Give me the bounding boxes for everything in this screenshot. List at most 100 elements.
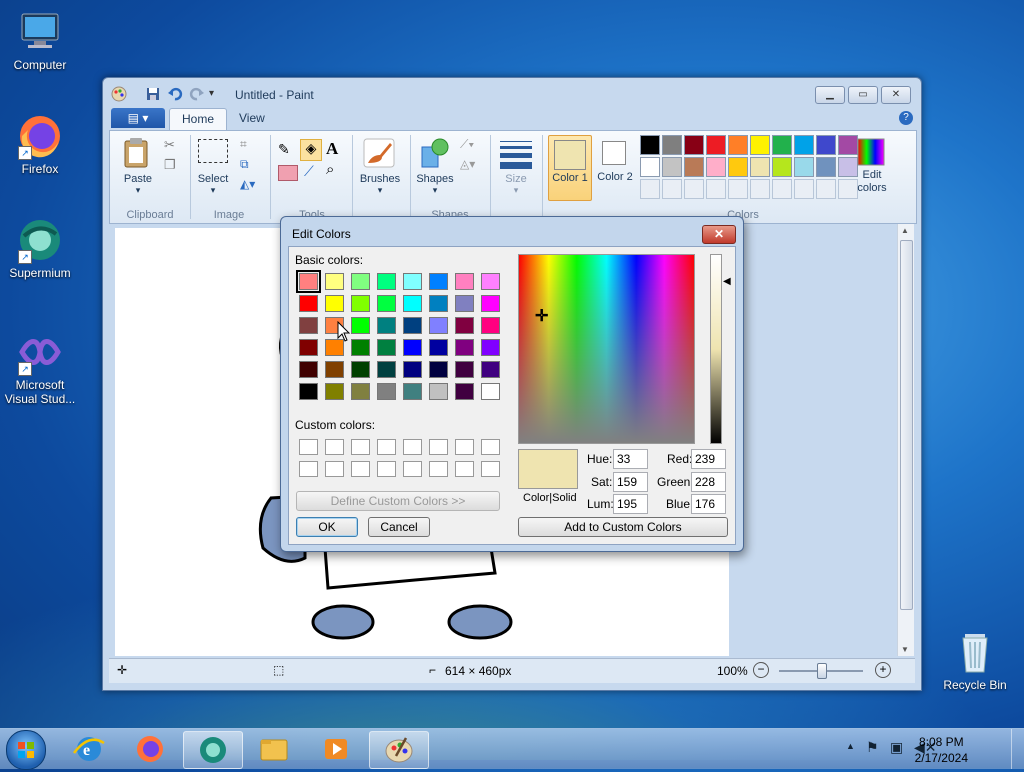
palette-swatch-empty[interactable]: [706, 179, 726, 199]
custom-color-swatch[interactable]: [403, 439, 422, 455]
palette-swatch[interactable]: [750, 135, 770, 155]
basic-color-swatch[interactable]: [481, 295, 500, 312]
shapes-icon[interactable]: [418, 137, 452, 172]
help-icon[interactable]: ?: [899, 111, 913, 125]
desktop-icon-computer[interactable]: Computer: [0, 8, 80, 72]
custom-color-swatch[interactable]: [455, 461, 474, 477]
basic-color-swatch[interactable]: [481, 361, 500, 378]
edit-colors-icon[interactable]: [856, 137, 886, 170]
chevron-down-icon[interactable]: ▾: [410, 185, 460, 196]
add-to-custom-colors-button[interactable]: Add to Custom Colors: [518, 517, 728, 537]
minimize-button[interactable]: ▁: [815, 86, 845, 104]
custom-color-swatch[interactable]: [299, 461, 318, 477]
taskbar-paint[interactable]: [369, 731, 429, 769]
undo-icon[interactable]: [167, 86, 183, 102]
palette-swatch[interactable]: [706, 135, 726, 155]
basic-color-swatch[interactable]: [481, 273, 500, 290]
basic-color-swatch[interactable]: [455, 273, 474, 290]
basic-color-swatch[interactable]: [429, 361, 448, 378]
sat-input[interactable]: 159: [613, 472, 648, 492]
basic-color-swatch[interactable]: [377, 273, 396, 290]
save-icon[interactable]: [145, 86, 161, 102]
basic-color-swatch[interactable]: [325, 273, 344, 290]
basic-color-swatch[interactable]: [299, 295, 318, 312]
palette-swatch[interactable]: [684, 135, 704, 155]
basic-color-swatch[interactable]: [403, 361, 422, 378]
palette-swatch-empty[interactable]: [772, 179, 792, 199]
basic-color-swatch[interactable]: [429, 339, 448, 356]
palette-swatch[interactable]: [728, 157, 748, 177]
palette-swatch[interactable]: [640, 135, 660, 155]
rotate-icon[interactable]: ◭▾: [240, 177, 255, 191]
customize-quick-access-icon[interactable]: ▾: [209, 86, 225, 102]
brush-icon[interactable]: [362, 137, 396, 172]
basic-color-swatch[interactable]: [429, 317, 448, 334]
basic-color-swatch[interactable]: [455, 317, 474, 334]
basic-color-swatch[interactable]: [325, 361, 344, 378]
basic-color-swatch[interactable]: [481, 317, 500, 334]
basic-color-swatch[interactable]: [429, 383, 448, 400]
text-icon[interactable]: A: [326, 139, 338, 159]
show-desktop-button[interactable]: [1011, 729, 1024, 769]
basic-color-swatch[interactable]: [351, 317, 370, 334]
lum-input[interactable]: 195: [613, 494, 648, 514]
custom-color-swatch[interactable]: [481, 461, 500, 477]
paste-icon[interactable]: [122, 137, 150, 172]
red-input[interactable]: 239: [691, 449, 726, 469]
cut-icon[interactable]: ✂: [164, 137, 175, 153]
size-button[interactable]: Size: [494, 173, 538, 185]
color-spectrum[interactable]: ✛: [518, 254, 695, 444]
palette-swatch[interactable]: [662, 135, 682, 155]
resize-icon[interactable]: ⧉: [240, 157, 249, 172]
define-custom-colors-button[interactable]: Define Custom Colors >>: [296, 491, 500, 511]
zoom-in-button[interactable]: +: [875, 662, 891, 678]
show-hidden-icons-icon[interactable]: ▲: [846, 741, 855, 751]
chevron-down-icon[interactable]: ▾: [118, 185, 158, 196]
basic-color-swatch[interactable]: [455, 361, 474, 378]
start-button[interactable]: [6, 730, 46, 770]
palette-swatch[interactable]: [772, 135, 792, 155]
maximize-button[interactable]: ▭: [848, 86, 878, 104]
palette-swatch[interactable]: [816, 157, 836, 177]
basic-color-swatch[interactable]: [296, 270, 321, 293]
outline-icon[interactable]: ⟋▾: [460, 137, 474, 152]
select-button[interactable]: Select: [192, 173, 234, 185]
basic-color-swatch[interactable]: [299, 339, 318, 356]
color1-button[interactable]: Color 1: [548, 135, 592, 201]
taskbar-supermium[interactable]: [183, 731, 243, 769]
custom-color-swatch[interactable]: [377, 439, 396, 455]
scroll-up-icon[interactable]: ▲: [901, 226, 909, 235]
palette-swatch-empty[interactable]: [794, 179, 814, 199]
basic-color-swatch[interactable]: [481, 383, 500, 400]
basic-color-swatch[interactable]: [377, 383, 396, 400]
zoom-slider-thumb[interactable]: [817, 663, 827, 679]
custom-color-swatch[interactable]: [299, 439, 318, 455]
basic-color-swatch[interactable]: [403, 295, 422, 312]
chevron-down-icon[interactable]: ▾: [352, 185, 408, 196]
crop-icon[interactable]: ⌗: [240, 137, 247, 152]
palette-swatch[interactable]: [794, 135, 814, 155]
hue-input[interactable]: 33: [613, 449, 648, 469]
basic-color-swatch[interactable]: [377, 317, 396, 334]
luminosity-bar[interactable]: [710, 254, 722, 444]
network-icon[interactable]: ▣: [890, 739, 903, 756]
basic-color-swatch[interactable]: [299, 317, 318, 334]
basic-color-swatch[interactable]: [377, 295, 396, 312]
basic-color-swatch[interactable]: [429, 273, 448, 290]
shapes-button[interactable]: Shapes: [410, 173, 460, 185]
basic-color-swatch[interactable]: [351, 361, 370, 378]
basic-color-swatch[interactable]: [299, 383, 318, 400]
palette-swatch[interactable]: [640, 157, 660, 177]
paint-menu-button[interactable]: ▤ ▾: [111, 108, 165, 128]
basic-color-swatch[interactable]: [377, 361, 396, 378]
custom-color-swatch[interactable]: [351, 461, 370, 477]
taskbar-explorer[interactable]: [245, 731, 303, 767]
palette-swatch[interactable]: [684, 157, 704, 177]
palette-swatch-empty[interactable]: [816, 179, 836, 199]
basic-color-swatch[interactable]: [403, 383, 422, 400]
taskbar-ie[interactable]: e: [60, 731, 118, 767]
basic-color-swatch[interactable]: [351, 339, 370, 356]
brushes-button[interactable]: Brushes: [352, 173, 408, 185]
action-center-flag-icon[interactable]: ⚑: [866, 739, 879, 756]
desktop-icon-recycle-bin[interactable]: Recycle Bin: [935, 628, 1015, 692]
